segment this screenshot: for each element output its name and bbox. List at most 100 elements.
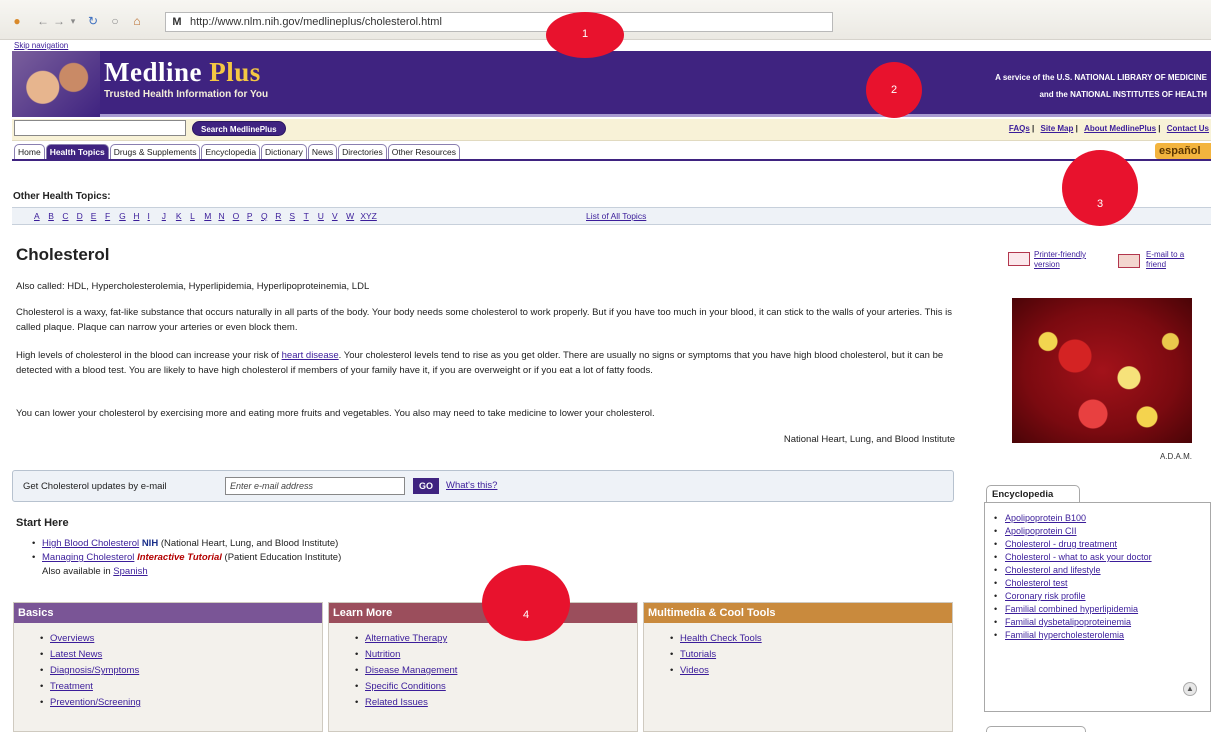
email-updates-box: Get Cholesterol updates by e-mail Enter … [12, 470, 954, 502]
list-item: Familial combined hyperlipidemia [993, 603, 1193, 616]
stop-icon[interactable]: ○ [108, 14, 122, 28]
email-input[interactable]: Enter e-mail address [225, 477, 405, 495]
search-input[interactable] [14, 120, 186, 136]
letter-link-w[interactable]: W [346, 211, 360, 221]
encyclopedia-link[interactable]: Familial combined hyperlipidemia [1005, 604, 1138, 614]
encyclopedia-link[interactable]: Familial hypercholesterolemia [1005, 630, 1124, 640]
overviews-link[interactable]: Overviews [50, 633, 94, 644]
letter-link-p[interactable]: P [247, 211, 261, 221]
printer-friendly-link[interactable]: Printer-friendly version [1034, 250, 1112, 270]
skip-navigation-link[interactable]: Skip navigation [14, 41, 68, 50]
encyclopedia-link[interactable]: Familial dysbetalipoproteinemia [1005, 617, 1131, 627]
list-item: Cholesterol and lifestyle [993, 564, 1193, 577]
site-map-link[interactable]: Site Map [1040, 124, 1073, 133]
letter-link-m[interactable]: M [204, 211, 218, 221]
managing-cholesterol-link[interactable]: Managing Cholesterol [42, 552, 134, 563]
service-statement: A service of the U.S. NATIONAL LIBRARY O… [995, 69, 1207, 103]
reload-icon[interactable]: ↻ [86, 14, 100, 28]
encyclopedia-link[interactable]: Cholesterol test [1005, 578, 1068, 588]
alternative-therapy-link[interactable]: Alternative Therapy [365, 633, 447, 644]
tab-news[interactable]: News [307, 144, 338, 160]
list-item: Diagnosis/Symptoms [40, 663, 322, 679]
letter-link-i[interactable]: I [148, 211, 162, 221]
letter-link-f[interactable]: F [105, 211, 119, 221]
learn-more-list: Alternative Therapy Nutrition Disease Ma… [355, 631, 637, 711]
letter-link-o[interactable]: O [233, 211, 247, 221]
tutorials-link[interactable]: Tutorials [680, 649, 716, 660]
address-bar[interactable]: M http://www.nlm.nih.gov/medlineplus/cho… [165, 12, 833, 32]
encyclopedia-link[interactable]: Apolipoprotein CII [1005, 526, 1077, 536]
history-dropdown-icon[interactable]: ▾ [66, 14, 80, 28]
letter-link-j[interactable]: J [162, 211, 176, 221]
letter-link-s[interactable]: S [289, 211, 303, 221]
disease-management-link[interactable]: Disease Management [365, 665, 457, 676]
diagnosis-symptoms-link[interactable]: Diagnosis/Symptoms [50, 665, 139, 676]
specific-conditions-link[interactable]: Specific Conditions [365, 681, 446, 692]
tab-home[interactable]: Home [14, 144, 45, 160]
home-icon[interactable]: ⌂ [130, 14, 144, 28]
letter-link-t[interactable]: T [304, 211, 318, 221]
tab-drugs-supplements[interactable]: Drugs & Supplements [109, 144, 201, 160]
encyclopedia-list: Apolipoprotein B100 Apolipoprotein CII Cho… [993, 512, 1210, 642]
tab-other-resources[interactable]: Other Resources [387, 144, 460, 160]
letter-link-l[interactable]: L [190, 211, 204, 221]
letter-link-d[interactable]: D [77, 211, 91, 221]
letter-link-n[interactable]: N [218, 211, 232, 221]
encyclopedia-link[interactable]: Cholesterol and lifestyle [1005, 565, 1101, 575]
letter-link-xyz[interactable]: XYZ [360, 211, 386, 221]
tab-directories[interactable]: Directories [338, 144, 387, 160]
encyclopedia-link[interactable]: Coronary risk profile [1005, 591, 1086, 601]
back-icon[interactable]: ← [36, 14, 50, 28]
letter-link-a[interactable]: A [34, 211, 48, 221]
encyclopedia-tab[interactable]: Encyclopedia [986, 485, 1080, 503]
letter-link-g[interactable]: G [119, 211, 133, 221]
letter-link-e[interactable]: E [91, 211, 105, 221]
prevention-screening-link[interactable]: Prevention/Screening [50, 697, 141, 708]
annotation-marker-4: 4 [482, 565, 570, 641]
list-all-topics-link[interactable]: List of All Topics [586, 211, 646, 221]
also-called: Also called: HDL, Hypercholesterolemia, … [16, 281, 370, 292]
health-check-tools-link[interactable]: Health Check Tools [680, 633, 762, 644]
letter-link-c[interactable]: C [62, 211, 76, 221]
high-blood-cholesterol-link[interactable]: High Blood Cholesterol [42, 538, 139, 549]
about-link[interactable]: About MedlinePlus [1084, 124, 1156, 133]
go-button[interactable]: GO [413, 478, 439, 494]
annotation-marker-3: 3 [1062, 150, 1138, 226]
contact-link[interactable]: Contact Us [1167, 124, 1209, 133]
letter-link-v[interactable]: V [332, 211, 346, 221]
tab-dictionary[interactable]: Dictionary [261, 144, 307, 160]
printer-icon[interactable] [1008, 252, 1030, 266]
search-medlineplus-button[interactable]: Search MedlinePlus [192, 121, 286, 136]
letter-link-h[interactable]: H [133, 211, 147, 221]
encyclopedia-box: Apolipoprotein B100 Apolipoprotein CII Cho… [984, 502, 1211, 712]
email-friend-link[interactable]: E-mail to a friend [1146, 250, 1196, 270]
envelope-icon[interactable] [1118, 254, 1140, 268]
related-issues-link[interactable]: Related Issues [365, 697, 428, 708]
list-item: Coronary risk profile [993, 590, 1193, 603]
annotation-marker-2: 2 [866, 62, 922, 118]
letter-link-k[interactable]: K [176, 211, 190, 221]
whats-this-link[interactable]: What's this? [446, 480, 497, 491]
latest-news-link[interactable]: Latest News [50, 649, 102, 660]
multimedia-list: Health Check Tools Tutorials Videos [670, 631, 952, 679]
spanish-link[interactable]: Spanish [113, 566, 147, 577]
faqs-link[interactable]: FAQs [1009, 124, 1030, 133]
site-favicon-icon: M [172, 16, 182, 28]
tab-encyclopedia[interactable]: Encyclopedia [201, 144, 261, 160]
letter-link-r[interactable]: R [275, 211, 289, 221]
encyclopedia-link[interactable]: Cholesterol - drug treatment [1005, 539, 1117, 549]
tab-health-topics[interactable]: Health Topics [45, 144, 109, 160]
forward-icon[interactable]: → [52, 14, 66, 28]
medlineplus-logo[interactable]: Medline Plus [104, 57, 261, 88]
encyclopedia-link[interactable]: Cholesterol - what to ask your doctor [1005, 552, 1152, 562]
letter-link-b[interactable]: B [48, 211, 62, 221]
scroll-up-icon[interactable]: ▲ [1183, 682, 1197, 696]
videos-link[interactable]: Videos [680, 665, 709, 676]
heart-disease-link[interactable]: heart disease [282, 350, 339, 361]
espanol-button[interactable]: español [1155, 143, 1211, 159]
nutrition-link[interactable]: Nutrition [365, 649, 400, 660]
letter-link-q[interactable]: Q [261, 211, 275, 221]
encyclopedia-link[interactable]: Apolipoprotein B100 [1005, 513, 1086, 523]
treatment-link[interactable]: Treatment [50, 681, 93, 692]
letter-link-u[interactable]: U [318, 211, 332, 221]
